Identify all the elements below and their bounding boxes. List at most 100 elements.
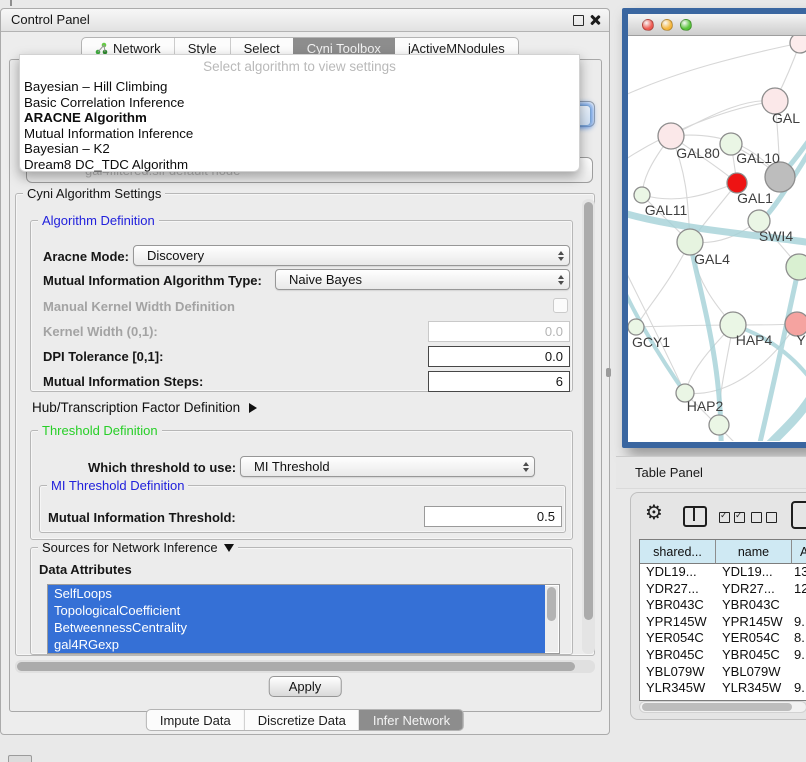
apply-button[interactable]: Apply	[269, 676, 342, 697]
network-window-titlebar	[628, 14, 806, 36]
settings-vertical-scrollbar[interactable]	[582, 199, 595, 654]
panel-splitter-handle[interactable]	[606, 368, 611, 377]
table-cell: YBL079W	[640, 664, 716, 681]
table-cell: 9.	[792, 614, 806, 631]
node-label: GAL	[772, 110, 800, 126]
partial-toolbar-icon	[8, 755, 32, 762]
table-row[interactable]: YBR045CYBR045C9.	[640, 647, 806, 664]
table-row[interactable]: YDR27...YDR27...12	[640, 581, 806, 598]
dpi-tolerance-label: DPI Tolerance [0,1]:	[43, 349, 163, 364]
network-node[interactable]	[765, 162, 795, 192]
table-cell: YDR27...	[640, 581, 716, 598]
network-canvas[interactable]: GALGAL80GAL10GAL1GAL11SWI4GAL4GCY1HAP4YH…	[628, 36, 806, 441]
settings-horizontal-scrollbar-thumb[interactable]	[17, 662, 575, 671]
settings-vertical-scrollbar-thumb[interactable]	[584, 202, 593, 620]
node-label: Y	[796, 332, 806, 348]
column-header-a[interactable]: A	[792, 540, 806, 564]
collapse-arrow-icon[interactable]	[224, 544, 234, 552]
dpi-tolerance-input[interactable]: 0.0	[428, 346, 570, 367]
cyni-mode-tabstrip: Impute Data Discretize Data Infer Network	[146, 709, 464, 731]
tab-impute-data[interactable]: Impute Data	[147, 710, 244, 730]
network-icon	[95, 42, 108, 55]
data-attributes-list[interactable]: SelfLoopsTopologicalCoefficientBetweenne…	[47, 584, 560, 654]
algorithm-option-basic-correlation-inference[interactable]: Basic Correlation Inference	[22, 95, 577, 111]
table-row[interactable]: YPR145WYPR145W9.	[640, 614, 806, 631]
table-cell: YDR27...	[716, 581, 792, 598]
table-cell: YBR045C	[640, 647, 716, 664]
network-graph: GALGAL80GAL10GAL1GAL11SWI4GAL4GCY1HAP4YH…	[628, 36, 806, 441]
algorithm-option-mutual-information-inference[interactable]: Mutual Information Inference	[22, 126, 577, 142]
network-node[interactable]	[786, 254, 806, 280]
kernel-width-input[interactable]: 0.0	[428, 321, 570, 342]
deselect-all-icon[interactable]	[751, 512, 777, 523]
node-label: GAL4	[694, 251, 730, 267]
table-cell: YDL19...	[640, 564, 716, 581]
close-icon[interactable]	[589, 14, 601, 26]
node-label: GAL1	[737, 190, 773, 206]
mi-steps-label: Mutual Information Steps:	[43, 374, 203, 389]
data-attribute-item[interactable]: SelfLoops	[48, 585, 545, 602]
threshold-definition-legend: Threshold Definition	[38, 423, 162, 438]
threshold-definition-group: Threshold Definition Which threshold to …	[30, 430, 573, 540]
node-table[interactable]: shared...nameA YDL19...YDL19...13YDR27..…	[639, 539, 806, 701]
table-row[interactable]: YER054CYER054C8.	[640, 630, 806, 647]
hub-definition-row[interactable]: Hub/Transcription Factor Definition	[32, 400, 257, 415]
tab-discretize-data[interactable]: Discretize Data	[244, 710, 359, 730]
combo-arrows-icon	[558, 246, 564, 265]
network-node[interactable]	[790, 36, 806, 53]
table-cell: YER054C	[640, 630, 716, 647]
column-browser-icon[interactable]	[683, 506, 707, 527]
node-label: GCY1	[632, 334, 670, 350]
list-scrollbar-thumb[interactable]	[547, 587, 556, 621]
cyni-algorithm-settings-group: Cyni Algorithm Settings Algorithm Defini…	[15, 193, 595, 656]
mi-steps-input[interactable]: 6	[428, 371, 570, 392]
select-all-icon[interactable]	[719, 512, 745, 523]
float-window-icon[interactable]	[573, 15, 584, 26]
mi-threshold-input[interactable]: 0.5	[424, 506, 562, 527]
algorithm-option-dream8-dc-tdc-algorithm[interactable]: Dream8 DC_TDC Algorithm	[22, 157, 577, 173]
column-header-shared[interactable]: shared...	[640, 540, 716, 564]
table-horizontal-scrollbar[interactable]	[639, 701, 806, 713]
algorithm-option-bayesian-k2[interactable]: Bayesian – K2	[22, 141, 577, 157]
control-panel-window: Control Panel NetworkStyleSelectCyni Too…	[0, 8, 610, 735]
table-row[interactable]: YBL079WYBL079W	[640, 664, 806, 681]
table-header-row: shared...nameA	[640, 540, 806, 564]
data-attribute-item[interactable]: TopologicalCoefficient	[48, 602, 545, 619]
table-cell: YPR145W	[716, 614, 792, 631]
table-row[interactable]: YLR345WYLR345W9.	[640, 680, 806, 697]
list-scrollbar[interactable]	[545, 586, 558, 652]
table-horizontal-scrollbar-thumb[interactable]	[642, 703, 792, 711]
manual-kernel-width-checkbox[interactable]	[553, 298, 568, 313]
table-options-icon[interactable]	[791, 501, 806, 529]
tab-label: Discretize Data	[258, 713, 346, 728]
zoom-button[interactable]	[680, 19, 692, 31]
data-attribute-item[interactable]: gal4RGexp	[48, 636, 545, 653]
network-node-gcy1[interactable]	[628, 319, 644, 335]
node-label: GAL11	[645, 202, 688, 218]
aracne-mode-select[interactable]: Discovery	[133, 245, 570, 266]
data-attribute-item[interactable]: BetweennessCentrality	[48, 619, 545, 636]
manual-kernel-width-label: Manual Kernel Width Definition	[43, 299, 235, 314]
combo-arrows-icon	[523, 457, 529, 476]
expand-arrow-icon[interactable]	[249, 403, 257, 413]
which-threshold-select[interactable]: MI Threshold	[240, 456, 535, 477]
hub-definition-label: Hub/Transcription Factor Definition	[32, 400, 240, 415]
kernel-width-label: Kernel Width (0,1):	[43, 324, 158, 339]
table-panel-bar: Table Panel	[616, 456, 806, 489]
network-node-gal11[interactable]	[634, 187, 650, 203]
table-row[interactable]: YBR043CYBR043C	[640, 597, 806, 614]
mi-algorithm-type-select[interactable]: Naive Bayes	[275, 269, 570, 290]
algorithm-option-aracne-algorithm[interactable]: ARACNE Algorithm	[22, 110, 577, 126]
table-row[interactable]: YDL19...YDL19...13	[640, 564, 806, 581]
settings-horizontal-scrollbar[interactable]	[15, 660, 595, 673]
close-button[interactable]	[642, 19, 654, 31]
gear-icon[interactable]: ⚙	[645, 503, 663, 523]
minimize-button[interactable]	[661, 19, 673, 31]
tab-label: Infer Network	[373, 713, 450, 728]
table-cell: YBL079W	[716, 664, 792, 681]
table-cell: YBR043C	[716, 597, 792, 614]
tab-infer-network[interactable]: Infer Network	[359, 710, 463, 730]
algorithm-option-bayesian-hill-climbing[interactable]: Bayesian – Hill Climbing	[22, 79, 577, 95]
network-node[interactable]	[709, 415, 729, 435]
column-header-name[interactable]: name	[716, 540, 792, 564]
